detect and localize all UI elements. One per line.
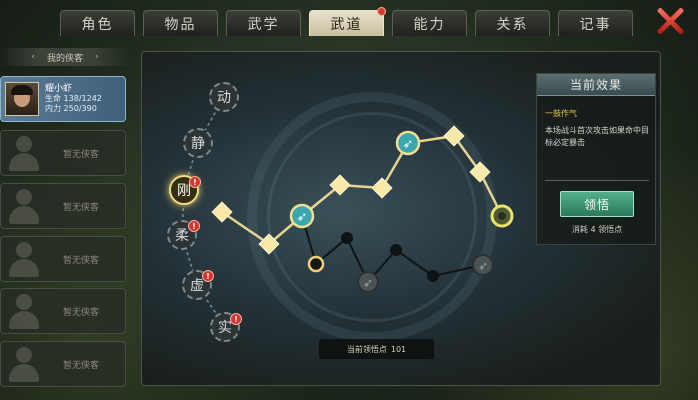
tab-abilities[interactable]: 能力	[392, 10, 467, 36]
path-node-char: 柔	[175, 228, 189, 244]
tab-label: 能力	[413, 16, 446, 33]
silhouette-icon	[5, 240, 43, 278]
alert-badge: !	[188, 220, 200, 232]
companion-slot-empty[interactable]: 暂无侠客	[0, 130, 126, 176]
path-node-jing[interactable]: 静	[183, 128, 213, 158]
skill-arrow-icon: ➶	[403, 137, 414, 152]
tab-items[interactable]: 物品	[143, 10, 218, 36]
learn-button[interactable]: 领悟	[560, 191, 634, 217]
lit-node[interactable]	[469, 161, 491, 183]
effect-title: 当前效果	[537, 74, 655, 96]
arrow-left-icon[interactable]: ‹	[31, 52, 35, 62]
effect-name: 一鼓作气	[545, 109, 577, 118]
skill-node-ring[interactable]	[307, 255, 325, 273]
hp-value: 138/1242	[63, 94, 102, 103]
tab-label: 记事	[579, 16, 612, 33]
silhouette-icon	[5, 345, 43, 383]
close-icon[interactable]	[655, 6, 685, 36]
silhouette-icon	[5, 187, 43, 225]
alert-badge: !	[230, 313, 242, 325]
tab-label: 物品	[164, 16, 197, 33]
tab-label: 武学	[247, 16, 280, 33]
companion-slot-empty[interactable]: 暂无侠客	[0, 183, 126, 229]
skill-node-dark[interactable]	[390, 244, 402, 256]
companion-sidebar: ‹ 我的侠客 › 耀小虾 生命 138/1242 内力 250/390 暂无侠客…	[0, 48, 130, 400]
tab-journal[interactable]: 记事	[558, 10, 633, 36]
mp-value: 250/390	[63, 104, 97, 113]
skill-arrow-icon: ➶	[363, 276, 373, 290]
path-node-char: 静	[191, 136, 205, 152]
tab-martial-arts[interactable]: 武学	[226, 10, 301, 36]
skill-arrow-icon: ➶	[297, 210, 308, 225]
companion-slot-selected[interactable]: 耀小虾 生命 138/1242 内力 250/390	[0, 76, 126, 122]
hp-label: 生命	[45, 94, 61, 103]
silhouette-icon	[5, 134, 43, 172]
tab-label: 关系	[496, 16, 529, 33]
companion-slot-empty[interactable]: 暂无侠客	[0, 236, 126, 282]
tab-label: 武道	[330, 16, 363, 33]
arrow-right-icon[interactable]: ›	[95, 52, 99, 62]
companion-name: 耀小虾	[45, 84, 73, 94]
notification-dot	[377, 7, 386, 16]
path-node-char: 动	[217, 90, 231, 106]
cost-text: 消耗 4 领悟点	[571, 225, 623, 234]
companion-info: 耀小虾 生命 138/1242 内力 250/390	[45, 84, 102, 114]
empty-label: 暂无侠客	[63, 149, 100, 160]
tab-label: 角色	[81, 16, 114, 33]
empty-label: 暂无侠客	[63, 360, 100, 371]
empty-label: 暂无侠客	[63, 202, 100, 213]
tab-bar: 角色 物品 武学 武道 能力 关系 记事	[60, 7, 633, 36]
skill-node-core	[498, 212, 506, 220]
points-display: 当前领悟点 101	[319, 339, 434, 359]
companion-slot-empty[interactable]: 暂无侠客	[0, 288, 126, 334]
alert-badge: !	[189, 176, 201, 188]
mp-label: 内力	[45, 104, 61, 113]
points-value: 101	[390, 344, 407, 354]
effect-panel: 当前效果 一鼓作气 本场战斗首次攻击如果命中目标必定暴击 领悟 消耗 4 领悟点	[536, 73, 656, 245]
tab-relations[interactable]: 关系	[475, 10, 550, 36]
tab-martial-way[interactable]: 武道	[309, 7, 386, 36]
skill-node-dark[interactable]	[341, 232, 353, 244]
points-label: 当前领悟点	[346, 344, 387, 354]
divider	[545, 180, 649, 181]
skill-arrow-icon: ➶	[478, 259, 488, 273]
lit-node[interactable]	[211, 201, 233, 223]
path-node-dong[interactable]: 动	[209, 82, 239, 112]
lit-node[interactable]	[443, 125, 465, 147]
effect-description: 本场战斗首次攻击如果命中目标必定暴击	[545, 126, 649, 147]
empty-label: 暂无侠客	[63, 307, 100, 318]
empty-label: 暂无侠客	[63, 255, 100, 266]
sidebar-header: ‹ 我的侠客 ›	[0, 48, 130, 66]
sidebar-title: 我的侠客	[46, 53, 83, 64]
silhouette-icon	[5, 292, 43, 330]
alert-badge: !	[202, 270, 214, 282]
tab-character[interactable]: 角色	[60, 10, 135, 36]
companion-slot-empty[interactable]: 暂无侠客	[0, 341, 126, 387]
skill-node-dark[interactable]	[427, 270, 439, 282]
avatar	[5, 82, 39, 116]
lit-node[interactable]	[371, 177, 393, 199]
